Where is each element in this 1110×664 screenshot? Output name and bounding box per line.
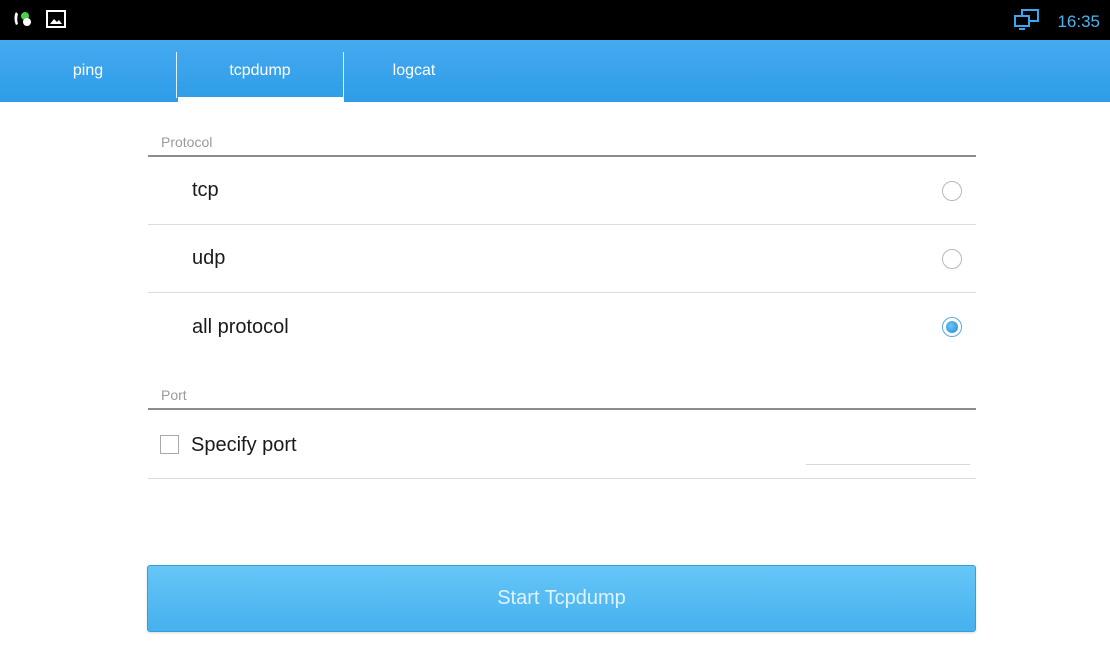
network-icon xyxy=(1013,8,1041,35)
radio-button-udp[interactable] xyxy=(942,248,962,269)
radio-button-tcp[interactable] xyxy=(942,180,962,201)
specify-port-label[interactable]: Specify port xyxy=(191,434,297,457)
port-input[interactable] xyxy=(806,462,970,465)
protocol-option-tcp[interactable]: tcp xyxy=(148,157,976,225)
port-section-header: Port xyxy=(148,386,976,410)
protocol-option-label: tcp xyxy=(192,179,219,201)
tab-selected-indicator xyxy=(178,97,344,102)
protocol-option-label: udp xyxy=(192,247,226,269)
specify-port-row: Specify port xyxy=(148,412,976,479)
specify-port-checkbox[interactable] xyxy=(160,435,179,454)
tab-logcat[interactable]: logcat xyxy=(344,40,484,102)
protocol-option-all[interactable]: all protocol xyxy=(148,293,976,361)
protocol-option-udp[interactable]: udp xyxy=(148,225,976,293)
status-time: 16:35 xyxy=(1057,11,1100,31)
tab-tcpdump[interactable]: tcpdump xyxy=(176,40,344,102)
tab-bar: ping tcpdump logcat xyxy=(0,40,1110,102)
image-icon xyxy=(46,10,66,33)
status-left-icons xyxy=(12,9,66,34)
protocol-option-label: all protocol xyxy=(192,315,289,338)
start-tcpdump-button[interactable]: Start Tcpdump xyxy=(147,565,976,632)
status-right-area: 16:35 xyxy=(1013,8,1100,35)
radio-button-all-protocol[interactable] xyxy=(942,317,962,337)
tab-ping[interactable]: ping xyxy=(0,40,176,102)
status-bar: 16:35 xyxy=(0,0,1110,40)
call-forward-icon xyxy=(12,9,34,34)
protocol-section-header: Protocol xyxy=(148,133,976,157)
